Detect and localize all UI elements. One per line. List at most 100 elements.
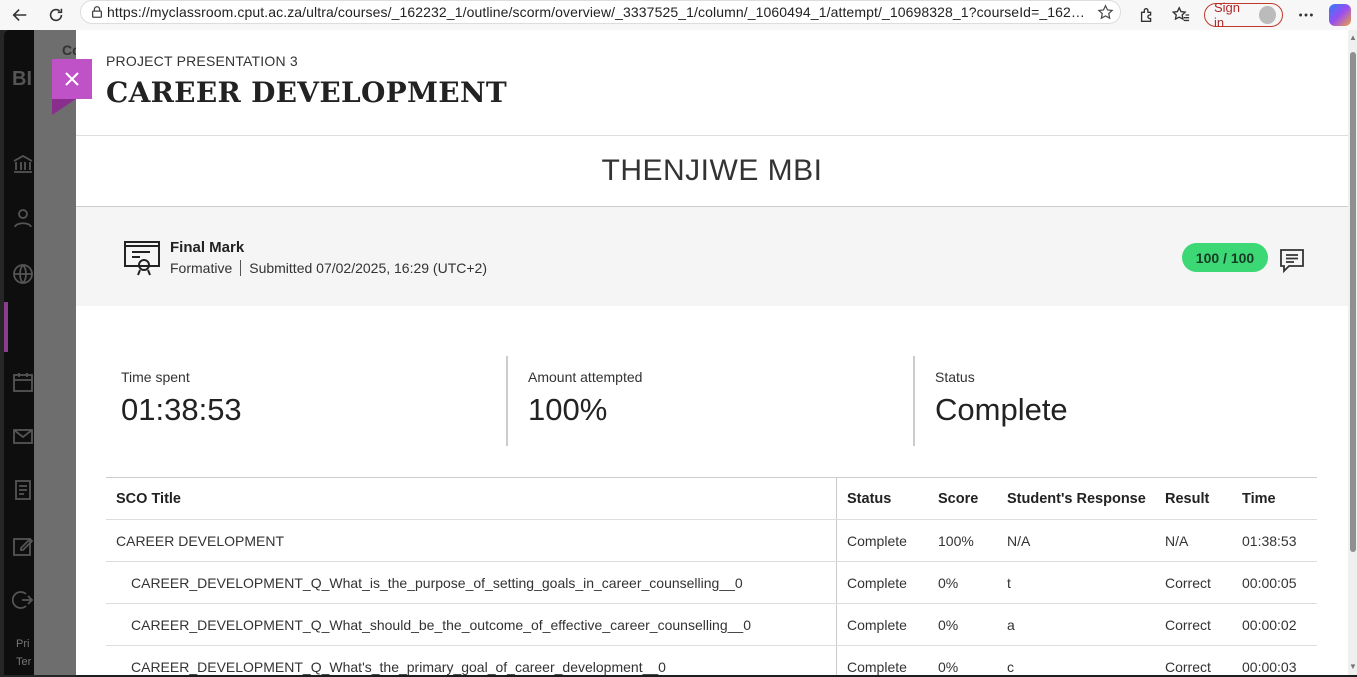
stat-value: 01:38:53 — [121, 392, 242, 427]
sco-response: a — [1007, 617, 1015, 633]
column-header-time[interactable]: Time — [1242, 478, 1276, 520]
column-header-status[interactable]: Status — [847, 478, 891, 520]
stat-amount-attempted: Amount attempted 100% — [513, 356, 913, 446]
meta-separator — [240, 260, 242, 276]
address-bar[interactable]: https://myclassroom.cput.ac.za/ultra/cou… — [80, 0, 1121, 24]
mail-icon — [12, 425, 34, 447]
close-panel-button[interactable] — [52, 59, 92, 99]
sco-score: 0% — [938, 659, 959, 675]
puzzle-icon — [1140, 8, 1152, 22]
profile-avatar-icon — [1259, 6, 1277, 24]
back-button[interactable] — [6, 2, 34, 28]
sco-score: 0% — [938, 617, 959, 633]
background-footer-text-2: Ter — [16, 656, 32, 668]
grade-type: Formative — [170, 260, 233, 276]
sco-title: CAREER_DEVELOPMENT_Q_What_should_be_the_… — [131, 617, 751, 633]
favorites-button[interactable] — [1164, 2, 1198, 28]
table-row: CAREER_DEVELOPMENT_Q_What_should_be_the_… — [106, 604, 1317, 646]
sco-time: 00:00:02 — [1242, 617, 1297, 633]
stat-divider — [913, 356, 915, 446]
grades-icon — [12, 479, 34, 501]
background-sidebar: BI Pri Ter — [4, 30, 34, 675]
calendar-icon — [12, 371, 34, 393]
reload-button[interactable] — [42, 2, 70, 28]
panel-kicker: PROJECT PRESENTATION 3 — [106, 53, 298, 69]
more-menu-button[interactable] — [1289, 2, 1323, 28]
globe-icon — [12, 263, 34, 285]
background-content: Co — [34, 30, 81, 675]
scroll-down-arrow-icon[interactable]: ▼ — [1349, 662, 1357, 671]
favorite-star-icon[interactable] — [1090, 3, 1120, 21]
sco-time: 01:38:53 — [1242, 533, 1297, 549]
student-name: THENJIWE MBI — [601, 154, 823, 187]
scroll-thumb[interactable] — [1350, 52, 1356, 552]
reload-icon — [49, 8, 63, 22]
user-icon — [12, 207, 34, 229]
certificate-icon — [122, 237, 162, 277]
copilot-icon — [1329, 4, 1351, 26]
feedback-icon[interactable] — [1279, 247, 1305, 274]
sco-status: Complete — [847, 659, 907, 675]
sco-status: Complete — [847, 533, 907, 549]
sco-status: Complete — [847, 575, 907, 591]
sco-result: Correct — [1165, 659, 1211, 675]
panel-scrollbar[interactable]: ▲ ▼ — [1348, 30, 1357, 675]
scroll-up-arrow-icon[interactable]: ▲ — [1349, 33, 1357, 42]
sco-response: N/A — [1007, 533, 1031, 549]
sco-status: Complete — [847, 617, 907, 633]
column-header-response[interactable]: Student's Response — [1007, 478, 1146, 520]
close-icon — [65, 72, 79, 86]
table-row: CAREER_DEVELOPMENT_Q_What's_the_primary_… — [106, 646, 1317, 675]
url-text[interactable]: https://myclassroom.cput.ac.za/ultra/cou… — [107, 4, 1090, 20]
sco-time: 00:00:05 — [1242, 575, 1297, 591]
sco-score: 100% — [938, 533, 974, 549]
stat-value: Complete — [935, 392, 1068, 427]
sco-title: CAREER_DEVELOPMENT_Q_What_is_the_purpose… — [131, 575, 743, 591]
column-header-score[interactable]: Score — [938, 478, 978, 520]
lock-icon[interactable] — [87, 5, 107, 19]
sco-time: 00:00:03 — [1242, 659, 1297, 675]
final-score-badge[interactable]: 100 / 100 — [1182, 243, 1268, 272]
ellipsis-icon — [1299, 13, 1313, 17]
attempt-stats: Time spent 01:38:53 Amount attempted 100… — [106, 356, 1318, 446]
sco-score: 0% — [938, 575, 959, 591]
final-mark-meta: Formative Submitted 07/02/2025, 16:29 (U… — [170, 260, 487, 276]
page-title: CAREER DEVELOPMENT — [106, 76, 507, 109]
sco-result: N/A — [1165, 533, 1189, 549]
stat-status: Status Complete — [920, 356, 1318, 446]
stat-value: 100% — [528, 392, 608, 427]
background-logo-text: BI — [12, 68, 32, 90]
copilot-button[interactable] — [1323, 2, 1357, 28]
favorites-star-list-icon — [1171, 6, 1190, 22]
column-header-sco-title[interactable]: SCO Title — [116, 478, 181, 520]
table-header-row: SCO Title Status Score Student's Respons… — [106, 478, 1317, 520]
sco-response: c — [1007, 659, 1014, 675]
arrow-left-icon — [12, 9, 27, 21]
attempt-panel: PROJECT PRESENTATION 3 CAREER DEVELOPMEN… — [76, 30, 1348, 675]
stat-divider — [506, 356, 508, 446]
sign-out-icon — [11, 589, 34, 611]
table-row: CAREER DEVELOPMENT Complete 100% N/A N/A… — [106, 520, 1317, 562]
stat-time-spent: Time spent 01:38:53 — [106, 356, 506, 446]
institution-icon — [12, 153, 34, 175]
edit-icon — [12, 535, 34, 557]
sign-in-button[interactable]: Sign in — [1203, 0, 1284, 30]
column-header-result[interactable]: Result — [1165, 478, 1209, 520]
close-button-tab — [52, 99, 76, 115]
panel-header: PROJECT PRESENTATION 3 CAREER DEVELOPMEN… — [76, 30, 1348, 136]
stat-label: Status — [935, 369, 975, 385]
sco-result: Correct — [1165, 575, 1211, 591]
sco-title: CAREER_DEVELOPMENT_Q_What's_the_primary_… — [131, 659, 666, 675]
final-mark-label: Final Mark — [170, 239, 245, 256]
sco-title: CAREER DEVELOPMENT — [116, 533, 285, 549]
submitted-date: Submitted 07/02/2025, 16:29 (UTC+2) — [249, 260, 487, 276]
extensions-button[interactable] — [1130, 2, 1164, 28]
sco-response: t — [1007, 575, 1011, 591]
sco-results-table: SCO Title Status Score Student's Respons… — [106, 477, 1317, 675]
browser-toolbar: https://myclassroom.cput.ac.za/ultra/cou… — [0, 0, 1357, 30]
sco-result: Correct — [1165, 617, 1211, 633]
background-footer-text-1: Pri — [16, 638, 30, 650]
sign-in-label: Sign in — [1213, 0, 1240, 30]
final-mark-band: Final Mark Formative Submitted 07/02/202… — [76, 207, 1348, 306]
stat-label: Time spent — [121, 369, 190, 385]
